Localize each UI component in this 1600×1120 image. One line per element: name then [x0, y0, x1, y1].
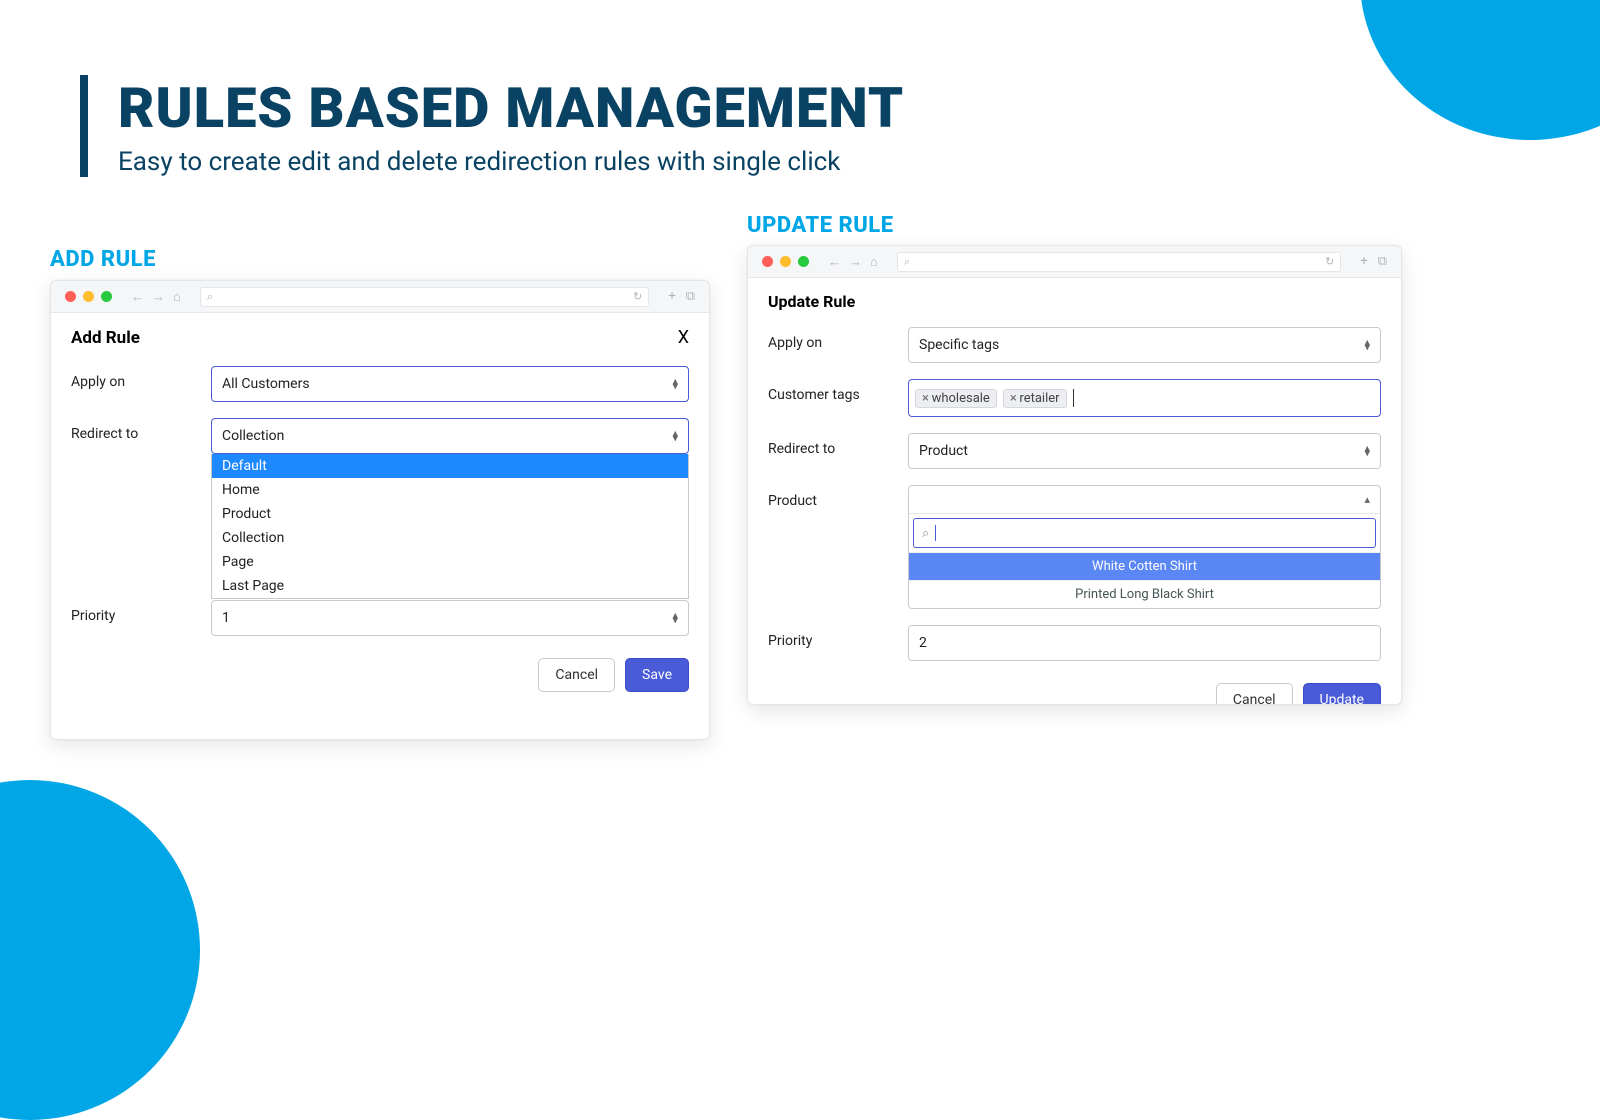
- traffic-light-close-icon[interactable]: [65, 291, 76, 302]
- section-label-add-rule: ADD RULE: [50, 247, 156, 272]
- priority-value: 2: [919, 635, 927, 651]
- update-rule-window: ← → ⌂ ⌕ ↻ + ⧉ Update Rule Apply on Speci…: [747, 245, 1402, 705]
- update-button[interactable]: Update: [1303, 683, 1381, 705]
- tag-chip[interactable]: wholesale: [915, 389, 997, 408]
- back-arrow-icon[interactable]: ←: [828, 254, 841, 270]
- priority-input[interactable]: 2: [908, 625, 1381, 661]
- home-icon[interactable]: ⌂: [173, 289, 181, 305]
- redirect-to-select[interactable]: Product: [908, 433, 1381, 469]
- traffic-light-minimize-icon[interactable]: [83, 291, 94, 302]
- chevron-up-icon[interactable]: ▴: [1364, 493, 1370, 506]
- chevron-updown-icon: [1364, 445, 1370, 458]
- redirect-to-dropdown: Default Home Product Collection Page Las…: [211, 454, 689, 599]
- dropdown-option[interactable]: Default: [212, 454, 688, 478]
- forward-arrow-icon[interactable]: →: [152, 289, 165, 305]
- dropdown-option[interactable]: Collection: [212, 526, 688, 550]
- url-bar[interactable]: ⌕ ↻: [897, 252, 1341, 272]
- search-icon: ⌕: [207, 290, 213, 304]
- dialog-title: Update Rule: [768, 292, 1381, 311]
- apply-on-select[interactable]: All Customers: [211, 366, 689, 402]
- reload-icon[interactable]: ↻: [1325, 255, 1334, 268]
- window-titlebar: ← → ⌂ ⌕ ↻ + ⧉: [748, 246, 1401, 278]
- priority-input[interactable]: 1: [211, 600, 689, 636]
- priority-label: Priority: [71, 600, 211, 624]
- cancel-button[interactable]: Cancel: [538, 658, 615, 692]
- decorative-blob-bottom-left: [0, 780, 200, 1120]
- dialog-title: Add Rule: [71, 328, 140, 348]
- priority-value: 1: [222, 610, 230, 626]
- search-icon: ⌕: [922, 526, 929, 541]
- back-arrow-icon[interactable]: ←: [131, 289, 144, 305]
- copy-window-icon[interactable]: ⧉: [686, 289, 695, 304]
- tag-chip[interactable]: retailer: [1003, 389, 1067, 408]
- apply-on-label: Apply on: [71, 366, 211, 390]
- customer-tags-input[interactable]: wholesale retailer: [908, 379, 1381, 417]
- redirect-to-label: Redirect to: [768, 433, 908, 457]
- page-subtitle: Easy to create edit and delete redirecti…: [118, 147, 904, 177]
- search-icon: ⌕: [904, 255, 910, 269]
- browser-nav-icons: ← → ⌂: [828, 254, 878, 270]
- decorative-blob-top-right: [1360, 0, 1600, 140]
- redirect-to-value: Product: [919, 443, 968, 459]
- section-label-update-rule: UPDATE RULE: [747, 213, 894, 238]
- new-tab-icon[interactable]: +: [1360, 254, 1367, 269]
- chevron-updown-icon: [672, 378, 678, 391]
- traffic-light-close-icon[interactable]: [762, 256, 773, 267]
- chevron-updown-icon: [672, 612, 678, 625]
- add-rule-window: ← → ⌂ ⌕ ↻ + ⧉ Add Rule X Apply on All Cu…: [50, 280, 710, 740]
- product-option[interactable]: Printed Long Black Shirt: [909, 580, 1380, 608]
- product-select[interactable]: ▴ ⌕ White Cotten Shirt Printed Long Blac…: [908, 485, 1381, 609]
- chevron-updown-icon: [1364, 339, 1370, 352]
- redirect-to-value: Collection: [222, 428, 284, 444]
- url-bar[interactable]: ⌕ ↻: [200, 287, 649, 307]
- home-icon[interactable]: ⌂: [870, 254, 878, 270]
- dropdown-option[interactable]: Last Page: [212, 574, 688, 598]
- customer-tags-label: Customer tags: [768, 379, 908, 403]
- apply-on-label: Apply on: [768, 327, 908, 351]
- dropdown-option[interactable]: Product: [212, 502, 688, 526]
- dropdown-option[interactable]: Page: [212, 550, 688, 574]
- redirect-to-select[interactable]: Collection: [211, 418, 689, 454]
- save-button[interactable]: Save: [625, 658, 689, 692]
- new-tab-icon[interactable]: +: [668, 289, 675, 304]
- close-icon[interactable]: X: [678, 327, 689, 348]
- product-search-input[interactable]: ⌕: [913, 518, 1376, 548]
- redirect-to-label: Redirect to: [71, 418, 211, 442]
- text-cursor: [1073, 389, 1074, 407]
- product-option[interactable]: White Cotten Shirt: [909, 552, 1380, 580]
- page-heading: RULES BASED MANAGEMENT Easy to create ed…: [80, 75, 904, 177]
- apply-on-value: All Customers: [222, 376, 310, 392]
- dropdown-option[interactable]: Home: [212, 478, 688, 502]
- chevron-updown-icon: [672, 430, 678, 443]
- apply-on-value: Specific tags: [919, 337, 999, 353]
- window-titlebar: ← → ⌂ ⌕ ↻ + ⧉: [51, 281, 709, 313]
- traffic-light-minimize-icon[interactable]: [780, 256, 791, 267]
- traffic-light-zoom-icon[interactable]: [101, 291, 112, 302]
- forward-arrow-icon[interactable]: →: [849, 254, 862, 270]
- browser-nav-icons: ← → ⌂: [131, 289, 181, 305]
- cancel-button[interactable]: Cancel: [1216, 683, 1293, 705]
- reload-icon[interactable]: ↻: [633, 290, 642, 303]
- priority-label: Priority: [768, 625, 908, 649]
- traffic-light-zoom-icon[interactable]: [798, 256, 809, 267]
- apply-on-select[interactable]: Specific tags: [908, 327, 1381, 363]
- text-cursor: [935, 525, 936, 541]
- product-label: Product: [768, 485, 908, 509]
- page-title: RULES BASED MANAGEMENT: [118, 75, 904, 141]
- copy-window-icon[interactable]: ⧉: [1378, 254, 1387, 269]
